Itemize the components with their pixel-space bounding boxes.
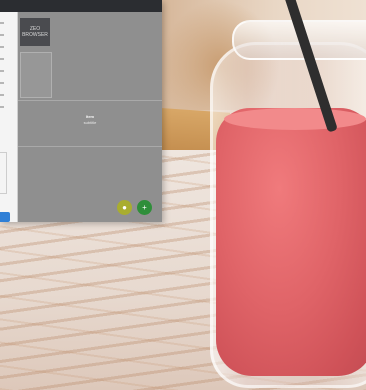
olive-action-button[interactable]: ● xyxy=(117,200,132,215)
center-subtitle: subtitle xyxy=(83,120,97,125)
thumbnail-card[interactable] xyxy=(20,52,52,98)
panel-line xyxy=(0,106,4,108)
logo-line2: BROWSER xyxy=(22,32,48,38)
left-panel xyxy=(0,12,18,222)
panel-line xyxy=(0,34,4,36)
panel-line xyxy=(0,70,4,72)
smoothie xyxy=(216,108,366,376)
green-action-button[interactable]: + xyxy=(137,200,152,215)
circle-icon: ● xyxy=(122,203,127,212)
blue-button[interactable] xyxy=(0,212,10,222)
app-logo: ZEO BROWSER xyxy=(20,18,50,46)
panel-line xyxy=(0,46,4,48)
panel-box xyxy=(0,152,7,194)
plus-icon: + xyxy=(142,203,147,212)
panel-line xyxy=(0,94,4,96)
center-info: Item subtitle xyxy=(58,114,122,126)
divider xyxy=(18,100,162,101)
panel-line xyxy=(0,22,4,24)
panel-line xyxy=(0,82,4,84)
divider xyxy=(18,146,162,147)
content-area: ZEO BROWSER Item subtitle ● + xyxy=(18,12,162,222)
window-titlebar[interactable] xyxy=(0,0,162,12)
app-window: ZEO BROWSER Item subtitle ● + xyxy=(0,0,162,222)
panel-line xyxy=(0,58,4,60)
